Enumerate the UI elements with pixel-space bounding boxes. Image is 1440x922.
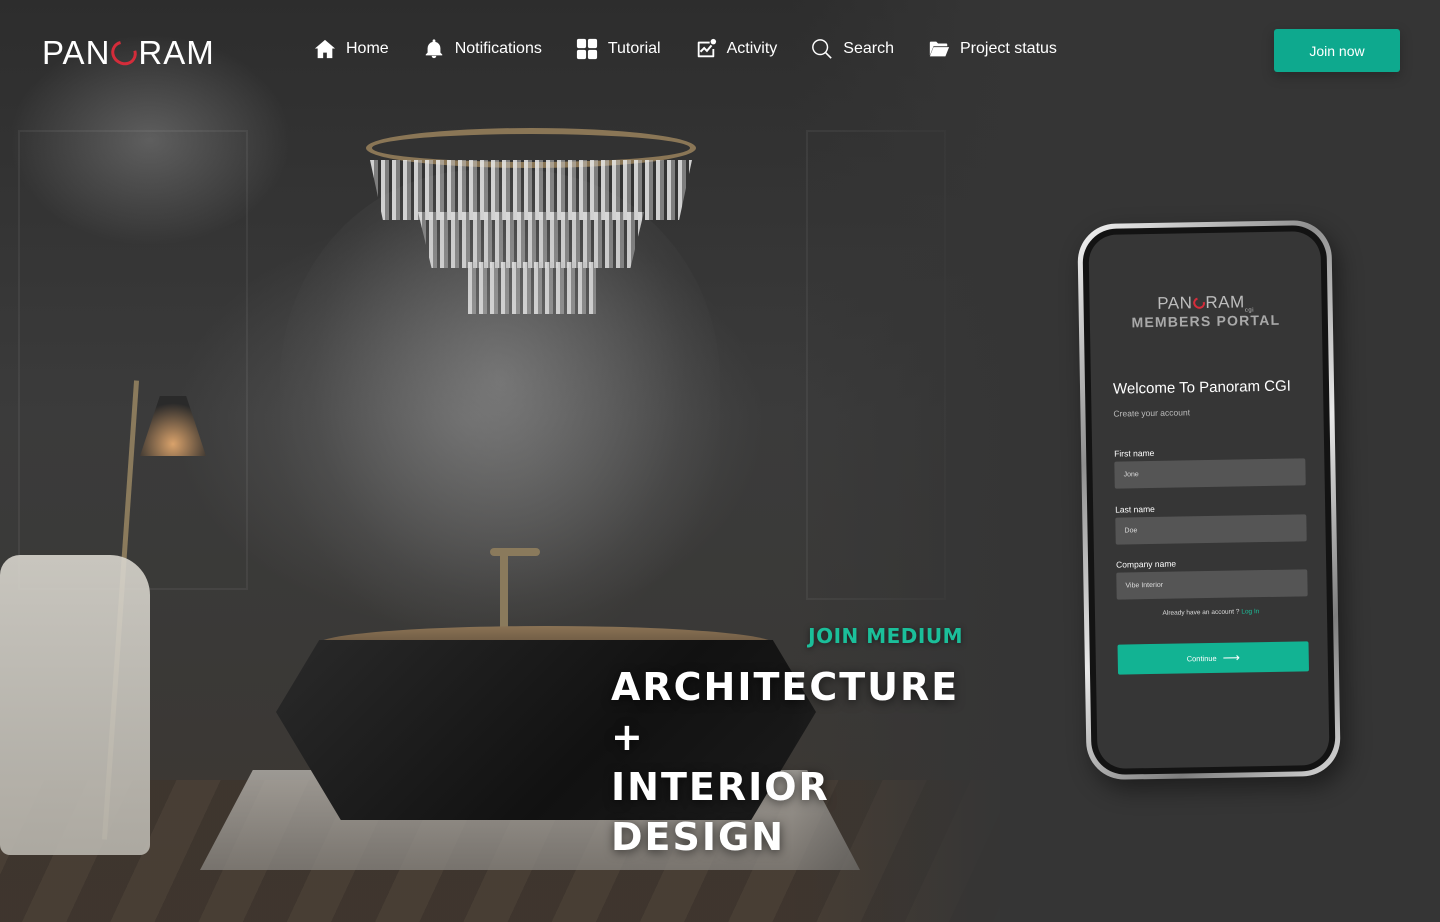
portal-title: MEMBERS PORTAL — [1131, 311, 1281, 331]
top-navigation: PAN RAM Home Notifications Tutorial Acti… — [0, 0, 1440, 100]
login-link[interactable]: Log In — [1241, 608, 1259, 615]
panoram-logo[interactable]: PAN RAM — [42, 34, 215, 72]
nav-item-notifications[interactable]: Notifications — [423, 38, 542, 60]
faucet — [500, 552, 508, 632]
nav-menu: Home Notifications Tutorial Activity Sea… — [314, 38, 1091, 60]
chandelier-crystals — [468, 262, 596, 314]
nav-item-tutorial[interactable]: Tutorial — [576, 38, 661, 60]
logo-text-right: RAM — [138, 34, 215, 71]
company-name-label: Company name — [1116, 558, 1177, 570]
chandelier-crystals — [370, 160, 692, 220]
nav-item-search[interactable]: Search — [811, 38, 894, 60]
folder-icon — [929, 41, 950, 57]
nav-item-label: Notifications — [454, 40, 542, 57]
first-name-label: First name — [1114, 447, 1155, 459]
nav-item-label: Project status — [959, 40, 1057, 57]
nav-item-home[interactable]: Home — [314, 38, 389, 60]
nav-item-label: Search — [843, 40, 894, 57]
already-account-text: Already have an account ? — [1162, 608, 1240, 617]
wall-panel — [806, 130, 946, 600]
logo-o-mark-icon — [107, 36, 142, 70]
bell-icon — [425, 39, 442, 59]
nav-item-label: Home — [346, 40, 389, 57]
phone-mockup: PAN RAMcgi MEMBERS PORTAL Welcome To Pano… — [1077, 219, 1341, 781]
join-now-button[interactable]: Join now — [1274, 29, 1400, 72]
search-icon — [812, 39, 833, 59]
continue-button[interactable]: Continue ⟶ — [1117, 641, 1310, 675]
nav-item-label: Activity — [726, 40, 778, 57]
grid-icon — [576, 38, 597, 60]
logo-text-left: PAN — [42, 34, 111, 71]
activity-chart-icon — [697, 38, 716, 58]
armchair — [0, 555, 150, 855]
phone-bezel: PAN RAMcgi MEMBERS PORTAL Welcome To Pano… — [1082, 224, 1336, 776]
continue-label: Continue — [1186, 653, 1217, 663]
create-account-subtitle: Create your account — [1113, 407, 1191, 419]
portal-logo-right: RAM — [1205, 292, 1245, 313]
arrow-right-icon: ⟶ — [1222, 650, 1240, 665]
first-name-field[interactable] — [1114, 458, 1306, 489]
last-name-label: Last name — [1115, 503, 1155, 515]
nav-item-label: Tutorial — [607, 40, 661, 57]
welcome-heading: Welcome To Panoram CGI — [1112, 377, 1292, 398]
company-name-field[interactable] — [1116, 569, 1308, 600]
portal-logo-left: PAN — [1157, 293, 1193, 313]
home-icon — [314, 39, 336, 59]
nav-item-activity[interactable]: Activity — [695, 38, 778, 60]
already-have-account: Already have an account ? Log In — [1095, 607, 1327, 618]
hero-eyebrow: JOIN MEDIUM — [808, 624, 963, 648]
faucet-spout — [490, 548, 540, 556]
last-name-field[interactable] — [1115, 514, 1307, 545]
headline-line-2: INTERIOR DESIGN — [611, 765, 830, 859]
phone-screen: PAN RAMcgi MEMBERS PORTAL Welcome To Pano… — [1088, 231, 1330, 769]
chandelier-crystals — [418, 212, 644, 268]
hero-headline: ARCHITECTURE + INTERIOR DESIGN — [611, 662, 991, 862]
wall-panel — [18, 130, 248, 590]
headline-line-1: ARCHITECTURE + — [611, 665, 960, 759]
nav-item-project-status[interactable]: Project status — [928, 38, 1057, 60]
